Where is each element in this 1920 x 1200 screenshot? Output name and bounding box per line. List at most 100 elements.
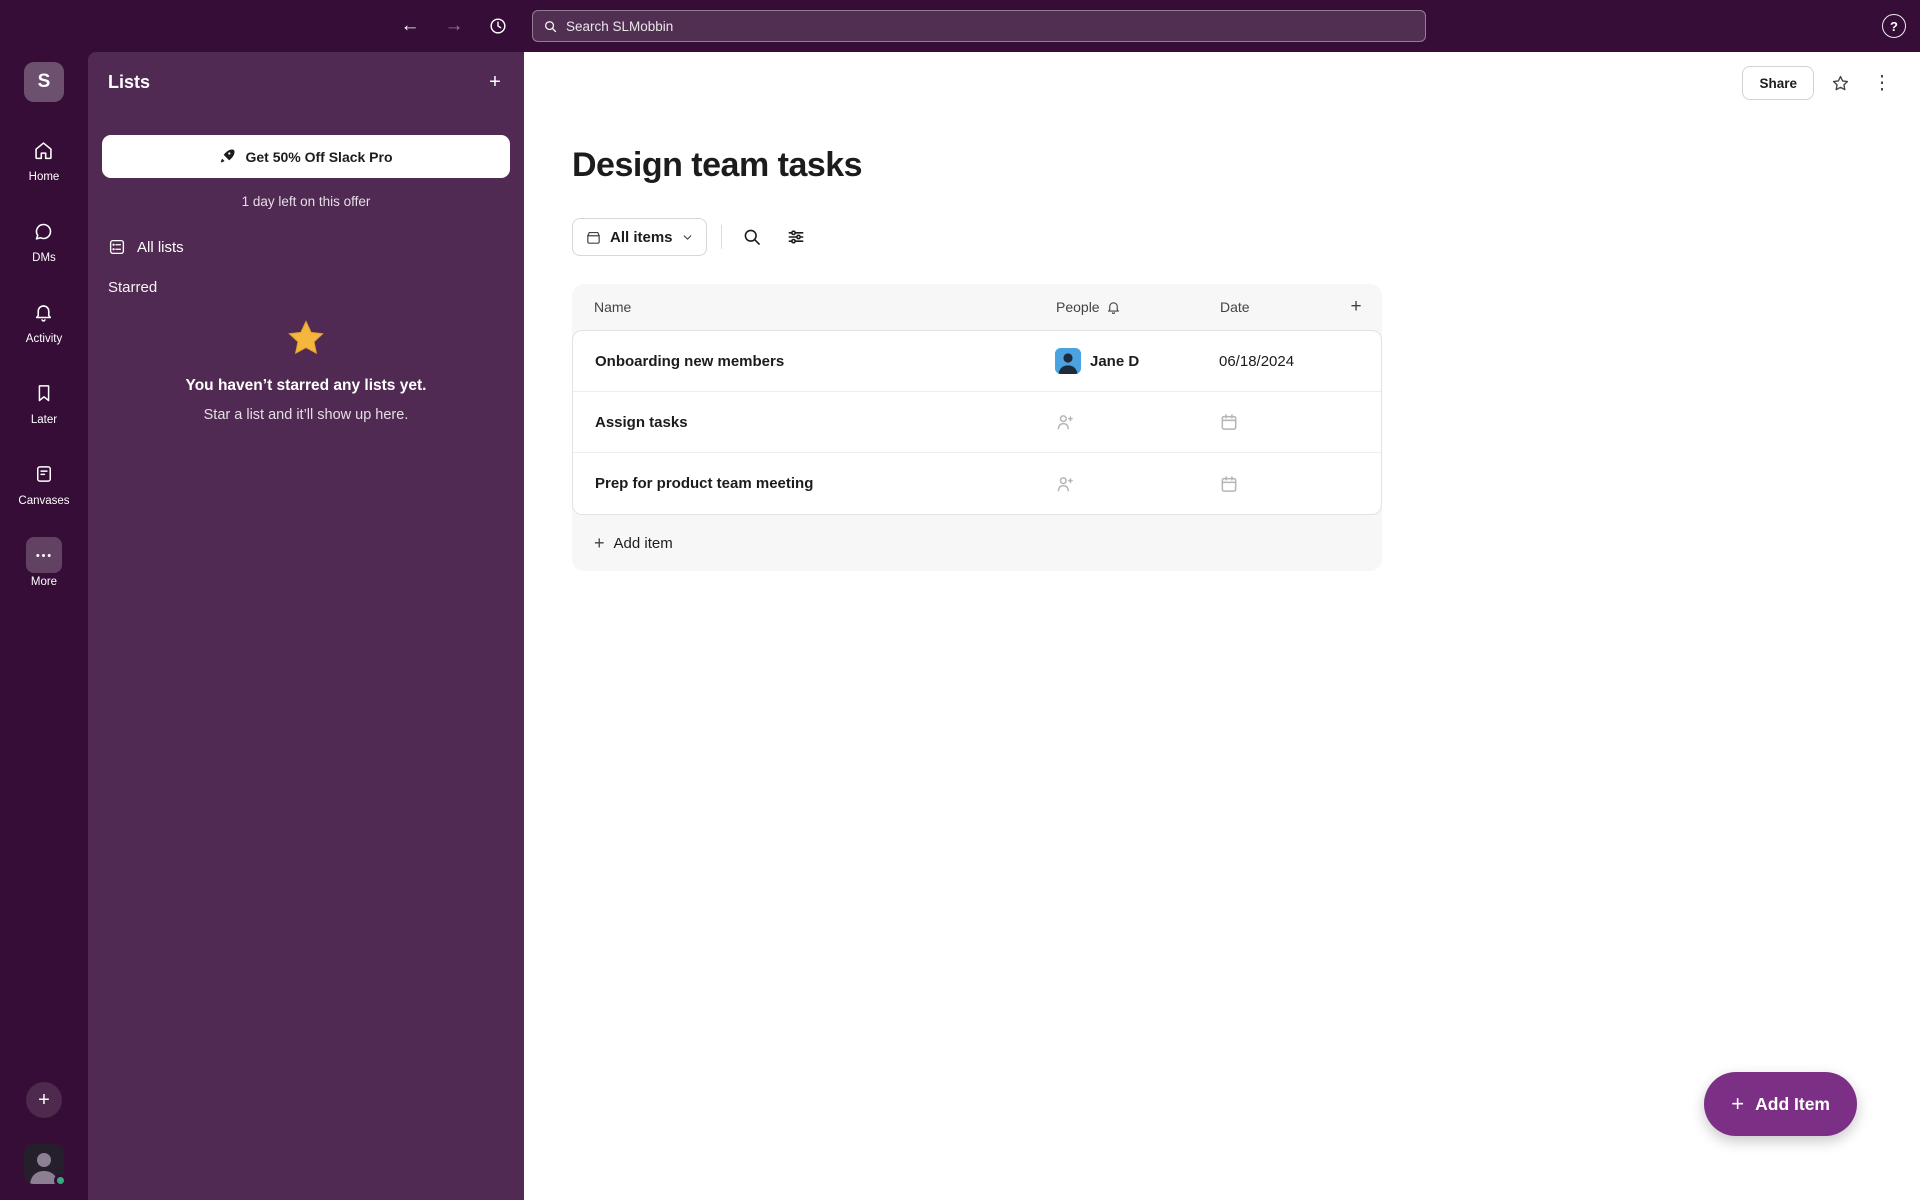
person-add-icon [1055,412,1075,432]
item-date-cell[interactable]: 06/18/2024 [1219,353,1343,370]
list-main-panel: Share ⋮ Design team tasks All items [524,52,1920,1200]
all-items-filter[interactable]: All items [572,218,707,256]
empty-state-subtitle: Star a list and it’ll show up here. [118,407,494,423]
search-input[interactable] [566,19,1415,34]
bookmark-icon [26,375,62,411]
rail-items: Home DMs Activity [18,132,69,588]
sidebar-header: Lists + [88,52,524,97]
rail-item-home[interactable]: Home [26,132,62,183]
page-title: Design team tasks [572,146,862,185]
rail-bottom: + [24,1082,64,1200]
item-date-cell[interactable] [1219,474,1343,494]
add-item-fab[interactable]: + Add Item [1704,1072,1857,1136]
column-header-people[interactable]: People [1056,299,1220,315]
calendar-icon [1219,412,1239,432]
rail-item-activity[interactable]: Activity [26,294,62,345]
rail-item-dms[interactable]: DMs [26,213,62,264]
list-table: Name People Date + [572,284,1382,571]
assignee-avatar [1055,348,1081,374]
star-emoji-icon [285,318,327,360]
rail-item-canvases[interactable]: Canvases [18,456,69,507]
rail-item-label: Home [29,171,60,183]
canvas-icon [26,456,62,492]
rail-item-more[interactable]: More [26,537,62,588]
item-date-cell[interactable] [1219,412,1343,432]
rail-item-label: Later [31,414,57,426]
table-body: Onboarding new members Jane D [572,330,1382,515]
filter-toolbar: All items [572,218,812,256]
starred-section-header[interactable]: Starred [88,263,524,302]
item-people-cell[interactable] [1055,474,1219,494]
item-name-cell[interactable]: Assign tasks [595,414,1055,431]
rocket-icon [219,148,236,165]
top-bar: ← → ? [0,0,1920,52]
rail-item-later[interactable]: Later [26,375,62,426]
calendar-icon [1219,474,1239,494]
global-search[interactable] [532,10,1426,42]
assignee-name: Jane D [1090,353,1139,370]
item-people-cell[interactable] [1055,412,1219,432]
name-column-label: Name [594,299,631,315]
rail-item-label: More [31,576,57,588]
sidebar-item-all-lists[interactable]: All lists [88,231,524,263]
table-row[interactable]: Assign tasks [573,392,1381,453]
history-clock-icon[interactable] [484,12,512,40]
rail-item-label: DMs [32,252,56,264]
lists-sidebar: Lists + Get 50% Off Slack Pro 1 day left… [88,52,524,1200]
bell-icon [26,294,62,330]
empty-state-title: You haven’t starred any lists yet. [118,377,494,395]
chevron-down-icon [681,231,694,244]
filter-sliders-icon[interactable] [780,221,812,253]
more-icon [26,537,62,573]
plus-icon: + [1731,1093,1744,1115]
star-list-button[interactable] [1824,67,1856,99]
workspace-switcher[interactable]: S [24,62,64,102]
table-wrapper: Name People Date + [572,284,1382,571]
promo-label: Get 50% Off Slack Pro [245,149,392,165]
table-row[interactable]: Prep for product team meeting [573,453,1381,514]
add-item-row[interactable]: + Add item [572,515,1382,571]
notify-bell-icon [1106,300,1121,315]
presence-indicator [54,1174,67,1187]
more-options-kebab-icon[interactable]: ⋮ [1866,67,1898,99]
box-icon [585,229,602,246]
new-list-button[interactable]: + [480,67,510,97]
table-row[interactable]: Onboarding new members Jane D [573,331,1381,392]
toolbar-divider [721,225,722,249]
date-column-label: Date [1220,299,1250,315]
create-new-button[interactable]: + [26,1082,62,1118]
add-item-fab-label: Add Item [1755,1094,1830,1115]
table-header-row: Name People Date + [572,284,1382,330]
share-button[interactable]: Share [1742,66,1814,100]
search-icon [543,19,558,34]
forward-icon[interactable]: → [440,12,468,40]
starred-empty-state: You haven’t starred any lists yet. Star … [88,302,524,423]
people-column-label: People [1056,299,1100,315]
sidebar-title: Lists [108,72,150,93]
item-people-cell[interactable]: Jane D [1055,348,1219,374]
left-rail: S Home DMs [0,52,88,1200]
search-in-list-button[interactable] [736,221,768,253]
all-items-label: All items [610,229,673,246]
rail-item-label: Canvases [18,495,69,507]
item-name-cell[interactable]: Prep for product team meeting [595,475,1055,492]
add-item-label: Add item [614,535,673,552]
column-header-name[interactable]: Name [594,299,1056,315]
list-actions: Share ⋮ [1742,66,1898,100]
promo-upgrade-button[interactable]: Get 50% Off Slack Pro [102,135,510,178]
slack-app: ← → ? S [0,0,1920,1200]
plus-icon: + [594,533,605,554]
item-name-cell[interactable]: Onboarding new members [595,353,1055,370]
user-avatar[interactable] [24,1144,64,1184]
history-nav: ← → [396,0,512,52]
rail-item-label: Activity [26,333,62,345]
dms-icon [26,213,62,249]
help-icon[interactable]: ? [1882,14,1906,38]
person-add-icon [1055,474,1075,494]
add-column-button[interactable]: + [1344,296,1368,318]
back-icon[interactable]: ← [396,12,424,40]
column-header-date[interactable]: Date [1220,299,1344,315]
all-lists-label: All lists [137,239,184,256]
promo-subtext: 1 day left on this offer [88,194,524,209]
lists-grid-icon [108,238,126,256]
